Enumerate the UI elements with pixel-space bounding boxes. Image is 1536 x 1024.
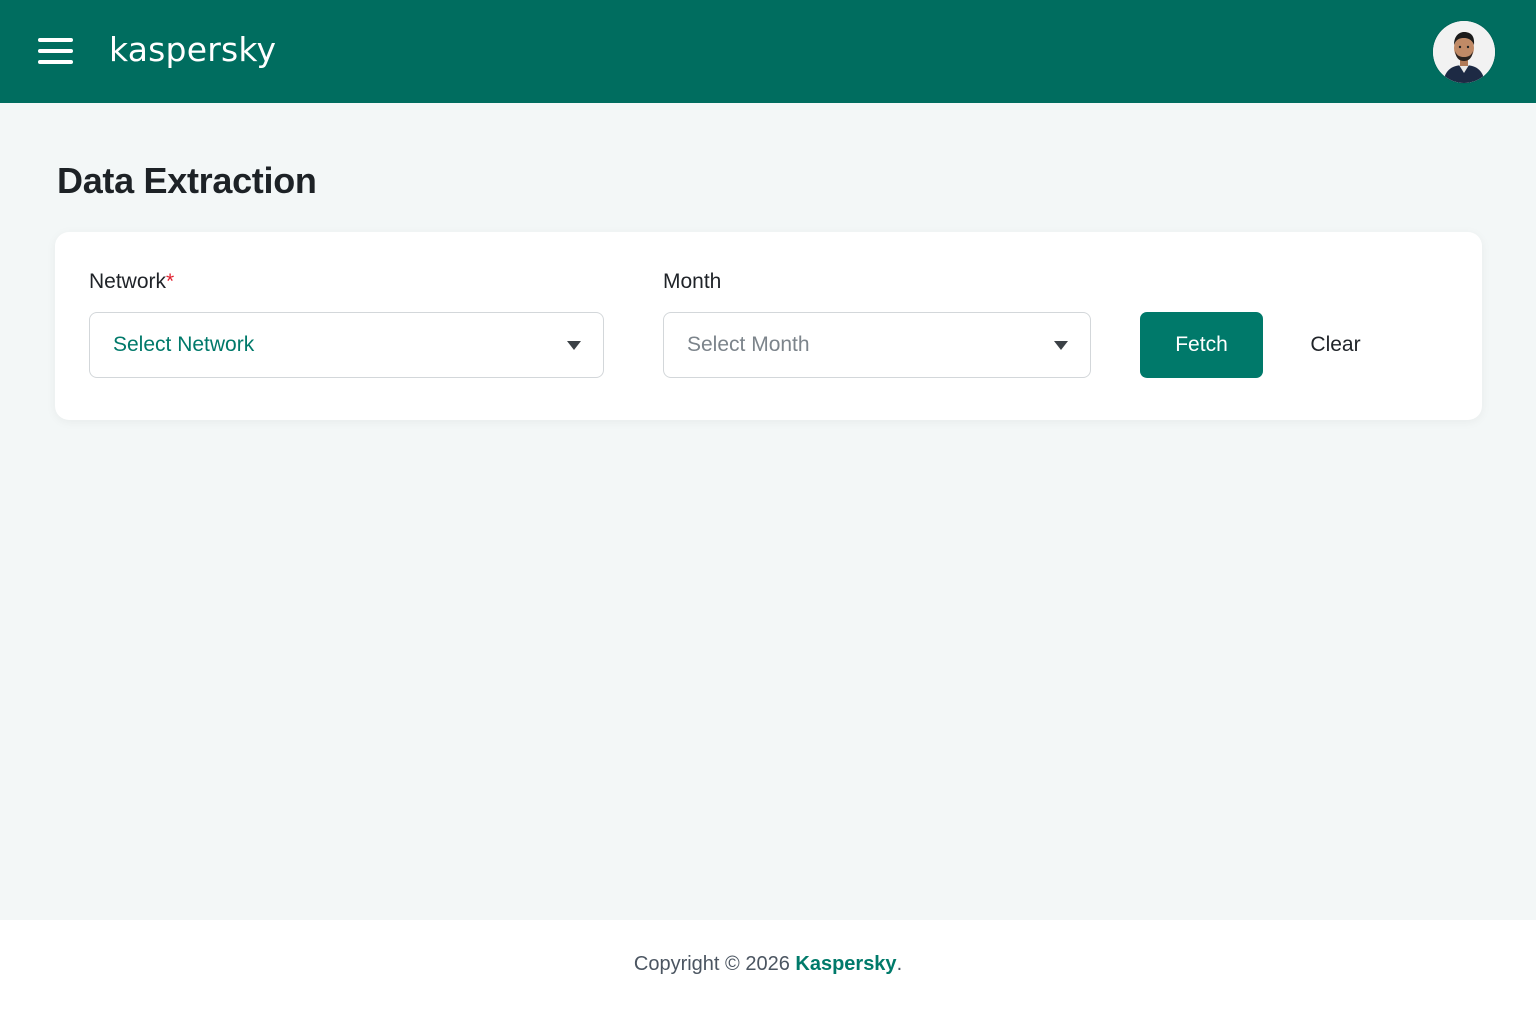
filter-card: Network* Select Network Month Select Mon… — [55, 232, 1482, 420]
month-select-value: Select Month — [687, 333, 810, 356]
month-label: Month — [663, 270, 722, 293]
clear-button[interactable]: Clear — [1293, 312, 1378, 378]
network-label-text: Network — [89, 270, 167, 293]
top-header: kaspersky — [0, 0, 1536, 103]
network-select-value: Select Network — [113, 333, 255, 356]
kaspersky-logo: kaspersky — [109, 30, 277, 69]
month-select[interactable]: Select Month — [663, 312, 1091, 378]
page-title: Data Extraction — [57, 160, 317, 201]
user-avatar[interactable] — [1433, 21, 1495, 83]
chevron-down-icon — [567, 341, 581, 350]
network-select[interactable]: Select Network — [89, 312, 604, 378]
avatar-person-icon — [1433, 21, 1495, 83]
copyright-label: Copyright © 2026 — [633, 953, 790, 975]
chevron-down-icon — [1054, 341, 1068, 350]
footer-brand-link[interactable]: Kaspersky — [795, 953, 896, 975]
page-footer: Copyright © 2026 Kaspersky. — [0, 920, 1536, 1024]
footer-period: . — [896, 953, 903, 975]
fetch-button[interactable]: Fetch — [1140, 312, 1263, 378]
hamburger-menu-icon[interactable] — [38, 38, 74, 66]
network-label: Network* — [89, 270, 174, 294]
required-marker: * — [166, 270, 175, 293]
copyright-text: Copyright © 2026 Kaspersky. — [0, 953, 1536, 976]
